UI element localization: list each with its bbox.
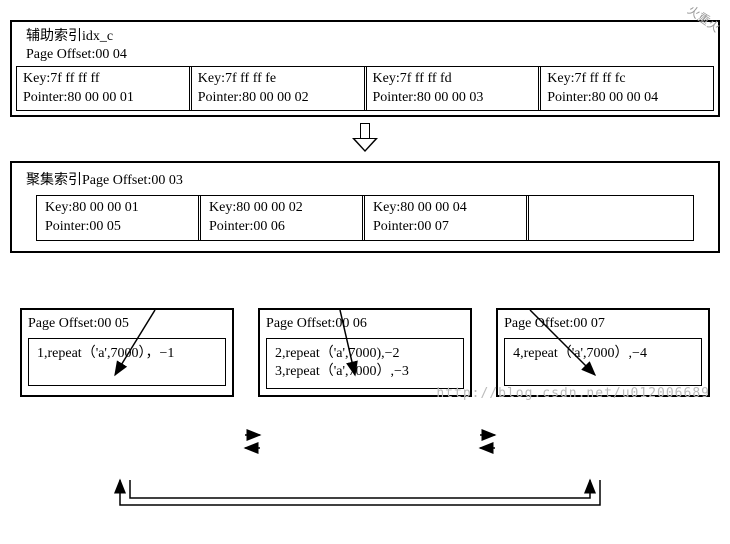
entry-ptr: Pointer:80 00 00 02 [198, 89, 358, 107]
secondary-index-title: 辅助索引idx_c [26, 28, 704, 46]
secondary-entry: Key:7f ff ff fd Pointer:80 00 00 03 [367, 67, 542, 109]
leaf-page-06: Page Offset:00 06 2,repeat（'a',7000),−2 … [258, 308, 472, 398]
clustered-index-title: 聚集索引Page Offset:00 03 [16, 167, 714, 195]
entry-ptr: Pointer:80 00 00 01 [23, 89, 183, 107]
clustered-index-block: 聚集索引Page Offset:00 03 Key:80 00 00 01 Po… [10, 161, 720, 253]
secondary-entry: Key:7f ff ff fe Pointer:80 00 00 02 [192, 67, 367, 109]
entry-ptr: Pointer:00 07 [373, 218, 518, 237]
leaf-row: Page Offset:00 05 1,repeat（'a',7000），−1 … [10, 308, 720, 398]
entry-key: Key:7f ff ff fd [373, 70, 533, 88]
leaf-title: Page Offset:00 05 [28, 316, 226, 332]
leaf-page-05: Page Offset:00 05 1,repeat（'a',7000），−1 [20, 308, 234, 398]
leaf-title: Page Offset:00 07 [504, 316, 702, 332]
leaf-page-07: Page Offset:00 07 4,repeat（'a',7000）,−4 [496, 308, 710, 398]
entry-ptr: Pointer:80 00 00 04 [547, 89, 707, 107]
clustered-index-row: Key:80 00 00 01 Pointer:00 05 Key:80 00 … [36, 195, 694, 241]
watermark-text: http://blog.csdn.net/u012006689 [436, 386, 710, 401]
secondary-entry: Key:7f ff ff fc Pointer:80 00 00 04 [541, 67, 713, 109]
entry-key: Key:80 00 00 02 [209, 199, 354, 218]
leaf-line: 3,repeat（'a',7000）,−3 [275, 363, 455, 382]
entry-key: Key:7f ff ff fc [547, 70, 707, 88]
entry-ptr: Pointer:00 05 [45, 218, 190, 237]
secondary-index-row: Key:7f ff ff ff Pointer:80 00 00 01 Key:… [16, 66, 714, 110]
entry-ptr: Pointer:80 00 00 03 [373, 89, 533, 107]
entry-key: Key:80 00 00 04 [373, 199, 518, 218]
clustered-entry: Key:80 00 00 04 Pointer:00 07 [365, 196, 529, 240]
entry-key: Key:7f ff ff fe [198, 70, 358, 88]
entry-ptr: Pointer:00 06 [209, 218, 354, 237]
clustered-entry: Key:80 00 00 02 Pointer:00 06 [201, 196, 365, 240]
entry-key: Key:7f ff ff ff [23, 70, 183, 88]
secondary-index-block: 辅助索引idx_c Page Offset:00 04 Key:7f ff ff… [10, 20, 720, 117]
leaf-title: Page Offset:00 06 [266, 316, 464, 332]
clustered-entry-empty [529, 196, 693, 240]
leaf-body: 4,repeat（'a',7000）,−4 [504, 338, 702, 386]
clustered-entry: Key:80 00 00 01 Pointer:00 05 [37, 196, 201, 240]
secondary-index-offset: Page Offset:00 04 [26, 46, 704, 64]
down-arrow-icon [352, 123, 378, 153]
leaf-line: 2,repeat（'a',7000),−2 [275, 345, 455, 364]
entry-key: Key:80 00 00 01 [45, 199, 190, 218]
secondary-index-header: 辅助索引idx_c Page Offset:00 04 [16, 26, 714, 66]
leaf-body: 2,repeat（'a',7000),−2 3,repeat（'a',7000）… [266, 338, 464, 390]
secondary-entry: Key:7f ff ff ff Pointer:80 00 00 01 [17, 67, 192, 109]
leaf-body: 1,repeat（'a',7000），−1 [28, 338, 226, 386]
